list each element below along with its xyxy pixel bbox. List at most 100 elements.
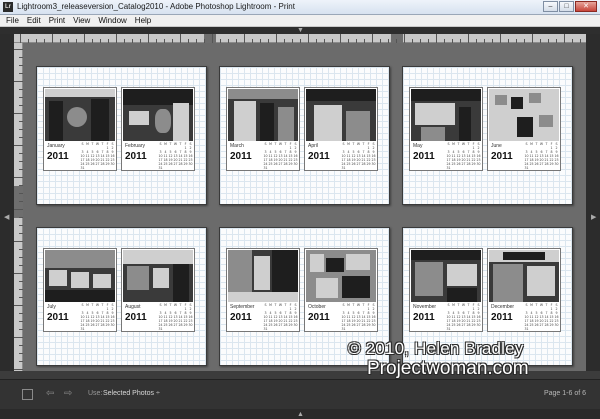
day-cell: 30 <box>293 323 298 327</box>
day-cell: 30 <box>110 162 115 166</box>
ruler-tick <box>84 34 85 43</box>
day-cell: 31 <box>524 327 529 331</box>
day-cell: 30 <box>371 162 376 166</box>
next-page-icon[interactable]: ⇨ <box>64 388 72 399</box>
close-button[interactable]: ✕ <box>575 1 597 12</box>
print-canvas: January 2011 S M T W T F S 1 2 3 4 5 6 7 8 9 10 11 12 13 14 1… <box>23 43 586 371</box>
photo-cafe-icon <box>45 89 115 141</box>
previous-page-icon[interactable]: ⇦ <box>46 388 54 399</box>
day-cell: 31 <box>446 327 451 331</box>
day-cell: 31 <box>80 327 85 331</box>
day-grid: S M T W T F S 1 2 3 4 5 6 7 8 9 10 11 12 13 14 15 16 17 18 19 20 21… <box>524 303 559 331</box>
ruler-tick <box>500 34 501 43</box>
ruler-tick <box>14 241 23 242</box>
year-label: 2011 <box>125 151 147 162</box>
calendar-page[interactable]: May 2011 S M T W T F S 1 2 3 4 5 6 7 8 9 10 11 12 13 14 15 16 1… <box>402 66 573 205</box>
photo-postcards-icon <box>489 89 559 141</box>
photo-posters-icon <box>306 250 376 302</box>
ruler-tick <box>564 34 565 43</box>
year-label: 2011 <box>47 151 69 162</box>
calendar-page[interactable]: March 2011 S M T W T F S 1 2 3 4 5 6 7 8 9 10 11 12 13 14 15 1… <box>219 66 390 205</box>
title-bar: Lr Lightroom3_releaseversion_Catalog2010… <box>0 0 600 15</box>
year-label: 2011 <box>47 312 69 323</box>
filmstrip-toggle-icon[interactable]: ▲ <box>297 411 304 418</box>
ruler-tick <box>14 305 23 306</box>
photo-storefront-icon <box>228 89 298 141</box>
day-grid: S M T W T F S 1 2 3 4 5 6 7 8 9 10 11 12 13 14 15 16 17 18 19 20 21… <box>341 142 376 170</box>
window-controls: – □ ✕ <box>543 1 597 12</box>
year-label: 2011 <box>491 312 513 323</box>
vertical-ruler <box>14 43 23 371</box>
calendar-month-card: September 2011 S M T W T F S 1 2 3 4 5 6 7 8 9 10 11 12 13 1… <box>226 248 300 332</box>
year-label: 2011 <box>413 151 435 162</box>
ruler-tick <box>14 209 23 210</box>
month-label: December <box>491 304 515 310</box>
day-cell: 30 <box>554 323 559 327</box>
month-label: July <box>47 304 56 310</box>
calendar-month-card: August 2011 S M T W T F S 1 2 3 4 5 6 7 8 9 10 11 12 13 14 15… <box>121 248 195 332</box>
day-cell: 30 <box>188 162 193 166</box>
calendar-page[interactable]: January 2011 S M T W T F S 1 2 3 4 5 6 7 8 9 10 11 12 13 14 1… <box>36 66 207 205</box>
day-grid: S M T W T F S 1 2 3 4 5 6 7 8 9 10 11 12 13 14 15 16 17 18 19 20 21… <box>341 303 376 331</box>
month-label: March <box>230 143 244 149</box>
day-cell: 31 <box>158 327 163 331</box>
photo-street-icon <box>123 250 193 302</box>
lightroom-app-icon: Lr <box>3 2 13 12</box>
day-grid: S M T W T F S 1 2 3 4 5 6 7 8 9 10 11 12 13 14 15 16 17 18 19 20 21… <box>263 142 298 170</box>
menu-help[interactable]: Help <box>135 15 151 26</box>
day-cell: 30 <box>188 323 193 327</box>
ruler-tick <box>14 369 23 370</box>
minimize-button[interactable]: – <box>543 1 558 12</box>
day-cell: 31 <box>263 327 268 331</box>
ruler-tick <box>14 49 23 50</box>
left-panel-toggle-icon[interactable]: ◀ <box>4 214 9 221</box>
ruler-tick <box>532 34 533 43</box>
menu-view[interactable]: View <box>73 15 90 26</box>
website-watermark: Projectwoman.com <box>367 358 529 379</box>
chevron-down-icon: ÷ <box>155 390 160 397</box>
day-cell: 30 <box>371 323 376 327</box>
ruler-gap <box>14 186 23 218</box>
window-title: Lightroom3_releaseversion_Catalog2010 - … <box>17 2 295 11</box>
calendar-month-card: July 2011 S M T W T F S 1 2 3 4 5 6 7 8 9 10 11 12 13 14 15 16… <box>43 248 117 332</box>
calendar-month-card: November 2011 S M T W T F S 1 2 3 4 5 6 7 8 9 10 11 12 13 14… <box>409 248 483 332</box>
year-label: 2011 <box>230 312 252 323</box>
menu-file[interactable]: File <box>6 15 19 26</box>
photo-newsstand-icon <box>411 89 481 141</box>
ruler-tick <box>52 34 53 43</box>
month-label: June <box>491 143 502 149</box>
day-cell: 30 <box>476 162 481 166</box>
top-panel-toggle-icon[interactable]: ▼ <box>297 27 304 34</box>
maximize-button[interactable]: □ <box>559 1 574 12</box>
calendar-month-card: April 2011 S M T W T F S 1 2 3 4 5 6 7 8 9 10 11 12 13 14 15 1… <box>304 87 378 171</box>
calendar-page[interactable]: July 2011 S M T W T F S 1 2 3 4 5 6 7 8 9 10 11 12 13 14 15 16… <box>36 227 207 366</box>
ruler-tick <box>116 34 117 43</box>
month-label: February <box>125 143 146 149</box>
menu-bar: File Edit Print View Window Help <box>0 15 600 27</box>
use-photos-dropdown[interactable]: Selected Photos ÷ <box>103 390 160 397</box>
calendar-month-card: January 2011 S M T W T F S 1 2 3 4 5 6 7 8 9 10 11 12 13 14 1… <box>43 87 117 171</box>
ruler-tick <box>14 113 23 114</box>
bottom-toolbar: ⇦ ⇨ Use: Selected Photos ÷ Page 1-6 of 6 <box>0 379 600 409</box>
menu-window[interactable]: Window <box>98 15 126 26</box>
page-view-icon[interactable] <box>22 389 33 400</box>
calendar-month-card: December 2011 S M T W T F S 1 2 3 4 5 6 7 8 9 10 11 12 13 14… <box>487 248 561 332</box>
copyright-watermark: © 2010, Helen Bradley <box>348 339 524 358</box>
right-panel-toggle-icon[interactable]: ▶ <box>591 214 596 221</box>
month-label: October <box>308 304 326 310</box>
menu-print[interactable]: Print <box>49 15 65 26</box>
ruler-tick <box>372 34 373 43</box>
ruler-tick <box>308 34 309 43</box>
lightroom-window: Lr Lightroom3_releaseversion_Catalog2010… <box>0 0 600 419</box>
year-label: 2011 <box>491 151 513 162</box>
calendar-month-card: March 2011 S M T W T F S 1 2 3 4 5 6 7 8 9 10 11 12 13 14 15 1… <box>226 87 300 171</box>
day-cell: 30 <box>554 162 559 166</box>
menu-edit[interactable]: Edit <box>27 15 41 26</box>
day-cell: 31 <box>524 166 529 170</box>
use-label: Use: <box>88 390 103 397</box>
page-counter: Page 1-6 of 6 <box>543 390 586 397</box>
photo-bookstall-icon <box>45 250 115 302</box>
day-cell: 31 <box>341 166 346 170</box>
ruler-tick <box>14 177 23 178</box>
right-panel-strip: ▶ <box>586 34 600 371</box>
